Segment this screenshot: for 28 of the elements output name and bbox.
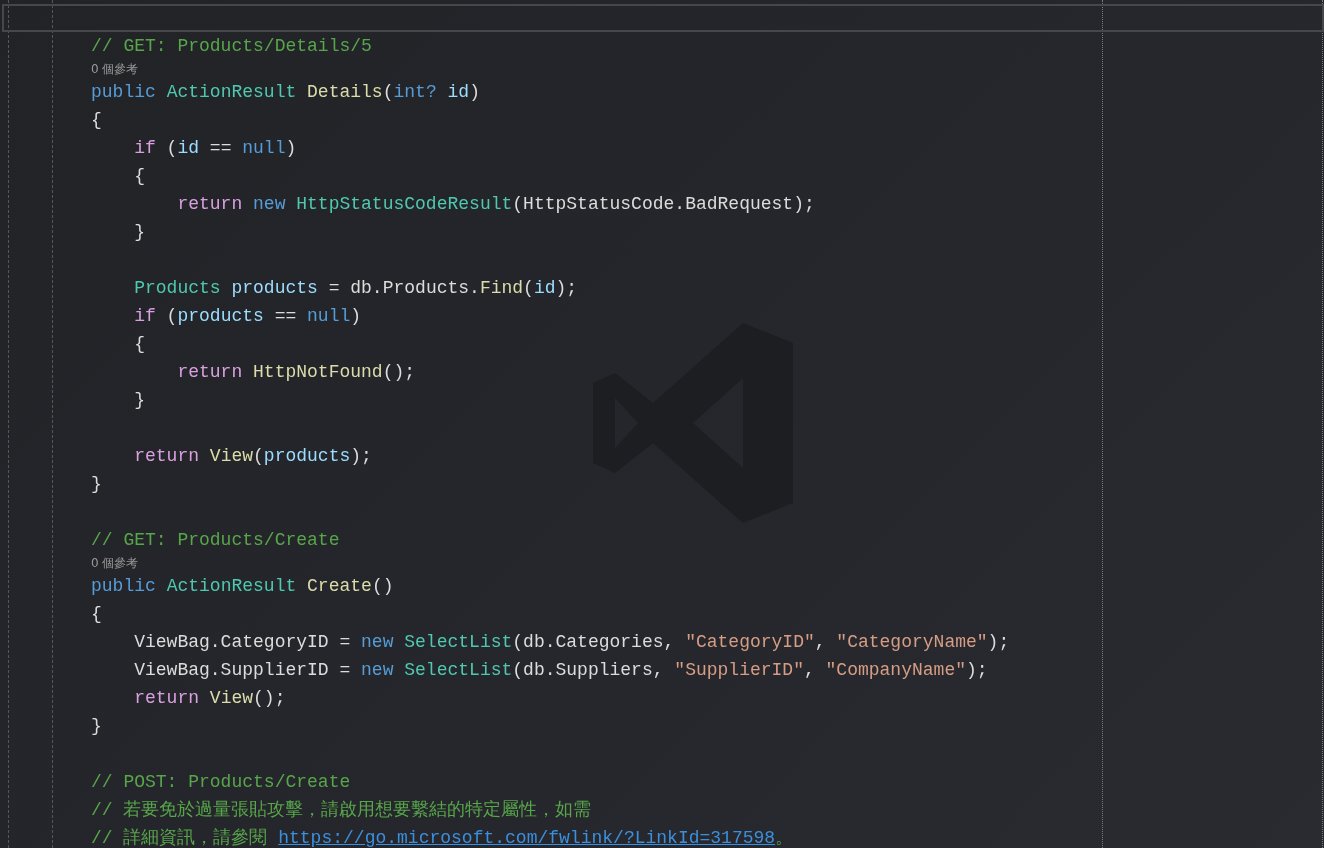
code-line: { (133, 334, 145, 354)
code-line: } (133, 222, 145, 242)
code-comment: // 詳細資訊，請參閱 (91, 828, 269, 848)
code-line: ViewBag.CategoryID = new SelectList(db.Categories, "CategoryID", "CategoryName"); (133, 632, 1010, 652)
code-line: } (91, 716, 102, 736)
code-line: } (91, 474, 102, 494)
code-line: return new HttpStatusCodeResult(HttpStatusCode.BadRequest); (176, 194, 815, 214)
code-line: if (id == null) (133, 138, 297, 158)
code-line: // GET: Products/Details/5 (91, 36, 372, 56)
code-line: { (91, 110, 102, 130)
code-line: { (91, 604, 102, 624)
code-line: return View(); (133, 688, 286, 708)
reference-count[interactable]: 0 個參考 (91, 555, 139, 571)
code-line: // 若要免於過量張貼攻擊，請啟用想要繫結的特定屬性，如需 (91, 800, 592, 820)
code-comment: 。 (775, 828, 794, 848)
code-line: public ActionResult Create() (91, 576, 394, 596)
code-line: Products products = db.Products.Find(id); (133, 278, 578, 298)
code-line: { (133, 166, 145, 186)
code-line: return View(products); (133, 446, 372, 466)
code-line: ViewBag.SupplierID = new SelectList(db.Suppliers, "SupplierID", "CompanyName"); (133, 660, 988, 680)
code-line: if (products == null) (133, 306, 362, 326)
code-line: // GET: Products/Create (91, 530, 340, 550)
code-line: return HttpNotFound(); (176, 362, 416, 382)
code-line: // POST: Products/Create (91, 772, 351, 792)
link[interactable]: https://go.microsoft.com/fwlink/?LinkId=317598 (278, 828, 776, 848)
reference-count[interactable]: 0 個參考 (91, 61, 139, 77)
code-line: } (133, 390, 145, 410)
code-line: public ActionResult Details(int? id) (91, 82, 480, 102)
